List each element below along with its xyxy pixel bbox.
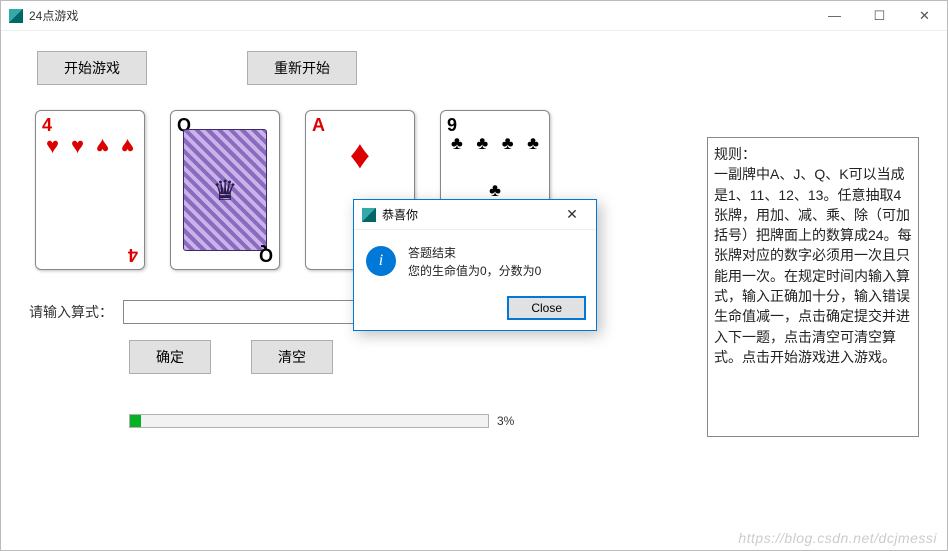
maximize-button[interactable]: ☐ — [857, 1, 902, 31]
card-rank-bottom: 4 — [128, 244, 138, 265]
rules-panel: 规则： 一副牌中A、J、Q、K可以当成是1、11、12、13。任意抽取4张牌，用… — [707, 137, 919, 437]
dialog-close-icon[interactable]: ✕ — [556, 202, 588, 228]
progress-bar — [129, 414, 489, 428]
close-button[interactable]: ✕ — [902, 1, 947, 31]
watermark: https://blog.csdn.net/dcjmessi — [738, 530, 937, 546]
dialog-line2: 您的生命值为0，分数为0 — [408, 262, 541, 280]
window-title: 24点游戏 — [29, 7, 812, 24]
confirm-button[interactable]: 确定 — [129, 340, 211, 374]
start-button[interactable]: 开始游戏 — [37, 51, 147, 85]
app-icon — [9, 9, 23, 23]
heart-icon: ♥♥♥♥ — [46, 133, 134, 247]
info-icon: i — [366, 246, 396, 276]
queen-face-icon: ♛ — [183, 129, 267, 251]
dialog-line1: 答题结束 — [408, 244, 541, 262]
dialog-close-button[interactable]: Close — [507, 296, 586, 320]
main-window: 24点游戏 — ☐ ✕ 开始游戏 重新开始 4 ♥♥♥♥ 4 Q ♛ Q A — [0, 0, 948, 551]
card-2: Q ♛ Q — [170, 110, 280, 270]
dialog-message: 答题结束 您的生命值为0，分数为0 — [408, 244, 541, 280]
restart-button[interactable]: 重新开始 — [247, 51, 357, 85]
card-1: 4 ♥♥♥♥ 4 — [35, 110, 145, 270]
rules-title: 规则： — [714, 146, 756, 162]
rules-text: 一副牌中A、J、Q、K可以当成是1、11、12、13。任意抽取4张牌，用加、减、… — [714, 166, 912, 365]
dialog-app-icon — [362, 208, 376, 222]
card-rank-bottom: Q — [259, 244, 273, 265]
dialog-title: 恭喜你 — [382, 206, 418, 223]
titlebar: 24点游戏 — ☐ ✕ — [1, 1, 947, 31]
progress-fill — [130, 415, 141, 427]
input-label: 请输入算式： — [29, 302, 113, 322]
clear-button[interactable]: 清空 — [251, 340, 333, 374]
minimize-button[interactable]: — — [812, 1, 857, 31]
message-dialog: 恭喜你 ✕ i 答题结束 您的生命值为0，分数为0 Close — [353, 199, 597, 331]
progress-label: 3% — [497, 414, 514, 428]
